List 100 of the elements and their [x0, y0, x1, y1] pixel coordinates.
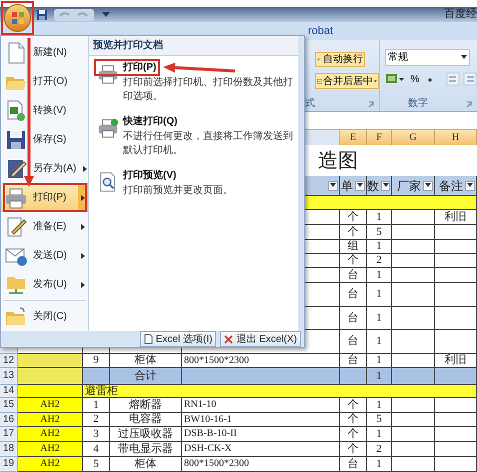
table-cell: 个 — [340, 398, 367, 413]
table-cell: 1 — [367, 457, 392, 472]
row-header[interactable]: 18 — [0, 442, 18, 457]
table-cell: 组 — [340, 240, 367, 254]
table-cell: DSB-B-10-II — [182, 427, 340, 442]
menu-item-label: 打印(P) — [123, 60, 156, 75]
row-header[interactable]: 19 — [0, 457, 18, 472]
table-cell — [392, 398, 435, 413]
table-cell: 利旧 — [435, 210, 477, 225]
table-cell — [392, 307, 435, 330]
group-label: 式 — [304, 99, 315, 109]
table-cell — [392, 413, 435, 427]
logo-icon — [10, 11, 24, 25]
undo-redo-icon[interactable] — [54, 8, 94, 20]
menu-item-label: 新建(N) — [33, 46, 68, 60]
decrease-decimal-icon[interactable] — [463, 72, 477, 86]
menu-item[interactable]: 发布(U) — [1, 270, 88, 299]
table-cell: 柜体 — [110, 457, 182, 472]
filter-button[interactable] — [355, 180, 365, 190]
menu-item[interactable]: 另存为(A) — [1, 154, 88, 183]
menu-item[interactable]: 打印(P) — [1, 183, 88, 212]
row-header[interactable]: 12 — [0, 354, 18, 368]
menu-item[interactable]: 保存(S) — [1, 125, 88, 154]
column-header[interactable]: H — [435, 130, 477, 145]
exit-button[interactable]: 退出 Excel(X) — [220, 331, 301, 347]
filter-button[interactable] — [381, 180, 390, 190]
table-cell: 1 — [367, 283, 392, 307]
close-icon — [224, 334, 234, 344]
table-cell: 800*1500*2300 — [182, 354, 340, 368]
menu-item[interactable]: 打开(O) — [1, 67, 88, 96]
row-header[interactable]: 14 — [0, 385, 18, 398]
table-cell: AH2 — [18, 413, 83, 427]
table-cell: 带电显示器 — [110, 442, 182, 457]
menu-item[interactable]: 新建(N) — [1, 38, 88, 67]
table-cell: 1 — [367, 354, 392, 368]
printer-check-icon — [97, 116, 119, 140]
number-format-dropdown[interactable]: 常规 — [385, 49, 470, 66]
menu-item[interactable]: 准备(E) — [1, 212, 88, 241]
document-icon — [144, 334, 153, 344]
table-cell: 1 — [367, 427, 392, 442]
table-cell: DSH-CK-X — [182, 442, 340, 457]
filter-button[interactable] — [465, 180, 475, 190]
filter-button[interactable] — [328, 180, 338, 190]
caret-icon[interactable] — [102, 12, 110, 18]
table-cell: 1 — [367, 210, 392, 225]
options-button[interactable]: Excel 选项(I) — [140, 331, 216, 347]
menu-item-label: 另存为(A) — [33, 162, 76, 176]
menu-item-label: 快速打印(Q) — [123, 114, 178, 129]
table-cell: 台 — [340, 268, 367, 283]
row-header[interactable]: 17 — [0, 427, 18, 442]
table-cell: 个 — [340, 210, 367, 225]
table-cell: 1 — [367, 240, 392, 254]
menu-item[interactable]: 发送(D) — [1, 241, 88, 270]
dialog-launcher-icon[interactable] — [368, 100, 375, 108]
table-cell — [435, 307, 477, 330]
merge-center-button[interactable]: 合并后居中 — [314, 73, 379, 89]
column-label: 数 — [367, 180, 379, 192]
menu-item-label: 发布(U) — [33, 278, 68, 292]
table-cell — [435, 240, 477, 254]
table-cell — [435, 225, 477, 240]
wrap-text-button[interactable]: 自动换行 — [314, 52, 365, 67]
column-header[interactable]: G — [392, 130, 435, 145]
dialog-launcher-icon[interactable] — [466, 100, 473, 108]
menu-item-label: 准备(E) — [33, 220, 68, 234]
table-cell: RN1-10 — [182, 398, 340, 413]
table-cell: 4 — [83, 442, 110, 457]
table-cell — [435, 413, 477, 427]
table-cell — [392, 225, 435, 240]
increase-decimal-icon[interactable] — [446, 72, 460, 86]
row-header[interactable]: 15 — [0, 398, 18, 413]
filter-button[interactable] — [423, 180, 433, 190]
table-cell: 熔断器 — [110, 398, 182, 413]
table-cell: 2 — [83, 413, 110, 427]
menu-item[interactable]: 转换(V) — [1, 96, 88, 125]
ribbon-tab[interactable]: robat — [308, 22, 334, 40]
table-cell — [392, 457, 435, 472]
table-cell: 台 — [340, 457, 367, 472]
table-cell — [435, 283, 477, 307]
column-header[interactable]: E — [340, 130, 367, 145]
percent-button[interactable]: % — [408, 72, 422, 86]
currency-icon[interactable] — [385, 72, 405, 86]
table-cell: 个 — [340, 254, 367, 268]
menu-item[interactable]: 快速打印(Q) 不进行任何更改，直接将工作簿发送到默认打印机。 — [89, 112, 298, 158]
menu-item-label: 打开(O) — [33, 74, 68, 89]
row-header[interactable]: 13 — [0, 368, 18, 385]
caret-icon — [382, 183, 388, 188]
table-cell: 柜体 — [110, 354, 182, 368]
table-cell — [392, 283, 435, 307]
menu-item[interactable]: 打印预览(V) 打印前预览并更改页面。 — [89, 166, 298, 198]
save-icon[interactable] — [36, 8, 48, 20]
column-header[interactable]: F — [367, 130, 392, 145]
menu-item[interactable]: 关闭(C) — [1, 302, 88, 331]
caret-icon — [357, 183, 363, 188]
table-cell: 台 — [340, 330, 367, 354]
caret-icon — [374, 78, 377, 84]
table-cell: 个 — [340, 442, 367, 457]
row-header[interactable]: 16 — [0, 413, 18, 427]
menu-item-label: 关闭(C) — [33, 310, 68, 324]
menu-item[interactable]: 打印(P) 打印前选择打印机、打印份数及其他打印选项。 — [89, 58, 298, 104]
table-cell — [435, 457, 477, 472]
